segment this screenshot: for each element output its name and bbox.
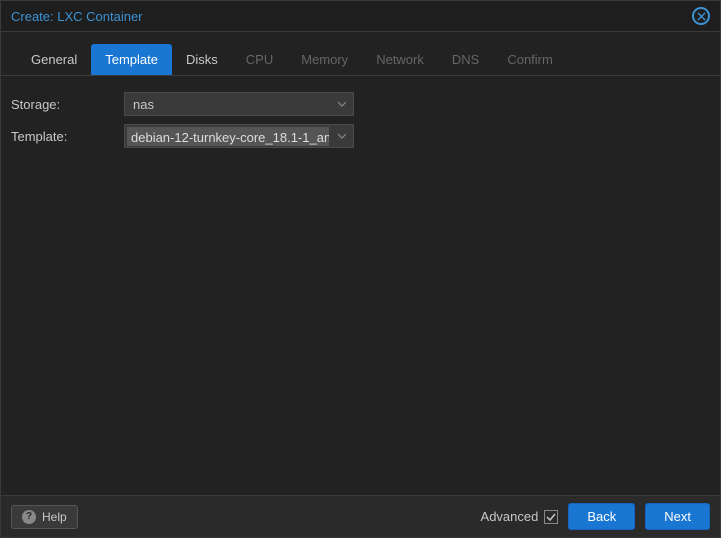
tab-memory[interactable]: Memory — [287, 44, 362, 75]
dialog-header: Create: LXC Container — [1, 1, 720, 32]
tab-confirm[interactable]: Confirm — [493, 44, 567, 75]
storage-label: Storage: — [9, 97, 124, 112]
advanced-checkbox[interactable] — [544, 510, 558, 524]
template-value: debian-12-turnkey-core_18.1-1_am — [127, 127, 329, 146]
chevron-down-icon — [331, 133, 353, 139]
dialog-footer: ? Help Advanced Back Next — [1, 495, 720, 537]
tab-template[interactable]: Template — [91, 44, 172, 75]
footer-right: Advanced Back Next — [481, 503, 710, 530]
help-icon: ? — [22, 510, 36, 524]
storage-value: nas — [125, 97, 331, 112]
advanced-label: Advanced — [481, 509, 539, 524]
template-row: Template: debian-12-turnkey-core_18.1-1_… — [9, 124, 712, 148]
close-button[interactable] — [692, 7, 710, 25]
tab-network[interactable]: Network — [362, 44, 438, 75]
create-lxc-dialog: Create: LXC Container General Template D… — [0, 0, 721, 538]
tab-dns[interactable]: DNS — [438, 44, 493, 75]
chevron-down-icon — [331, 101, 353, 107]
back-button[interactable]: Back — [568, 503, 635, 530]
next-button[interactable]: Next — [645, 503, 710, 530]
help-label: Help — [42, 510, 67, 524]
template-select[interactable]: debian-12-turnkey-core_18.1-1_am — [124, 124, 354, 148]
check-icon — [546, 512, 556, 522]
tab-disks[interactable]: Disks — [172, 44, 232, 75]
advanced-toggle[interactable]: Advanced — [481, 509, 559, 524]
storage-row: Storage: nas — [9, 92, 712, 116]
help-button[interactable]: ? Help — [11, 505, 78, 529]
dialog-title: Create: LXC Container — [11, 9, 143, 24]
close-icon — [697, 12, 706, 21]
storage-select[interactable]: nas — [124, 92, 354, 116]
tab-cpu[interactable]: CPU — [232, 44, 287, 75]
tabs-bar: General Template Disks CPU Memory Networ… — [1, 32, 720, 76]
tab-general[interactable]: General — [17, 44, 91, 75]
content-panel: Storage: nas Template: debian-12-turnkey… — [1, 76, 720, 495]
template-label: Template: — [9, 129, 124, 144]
